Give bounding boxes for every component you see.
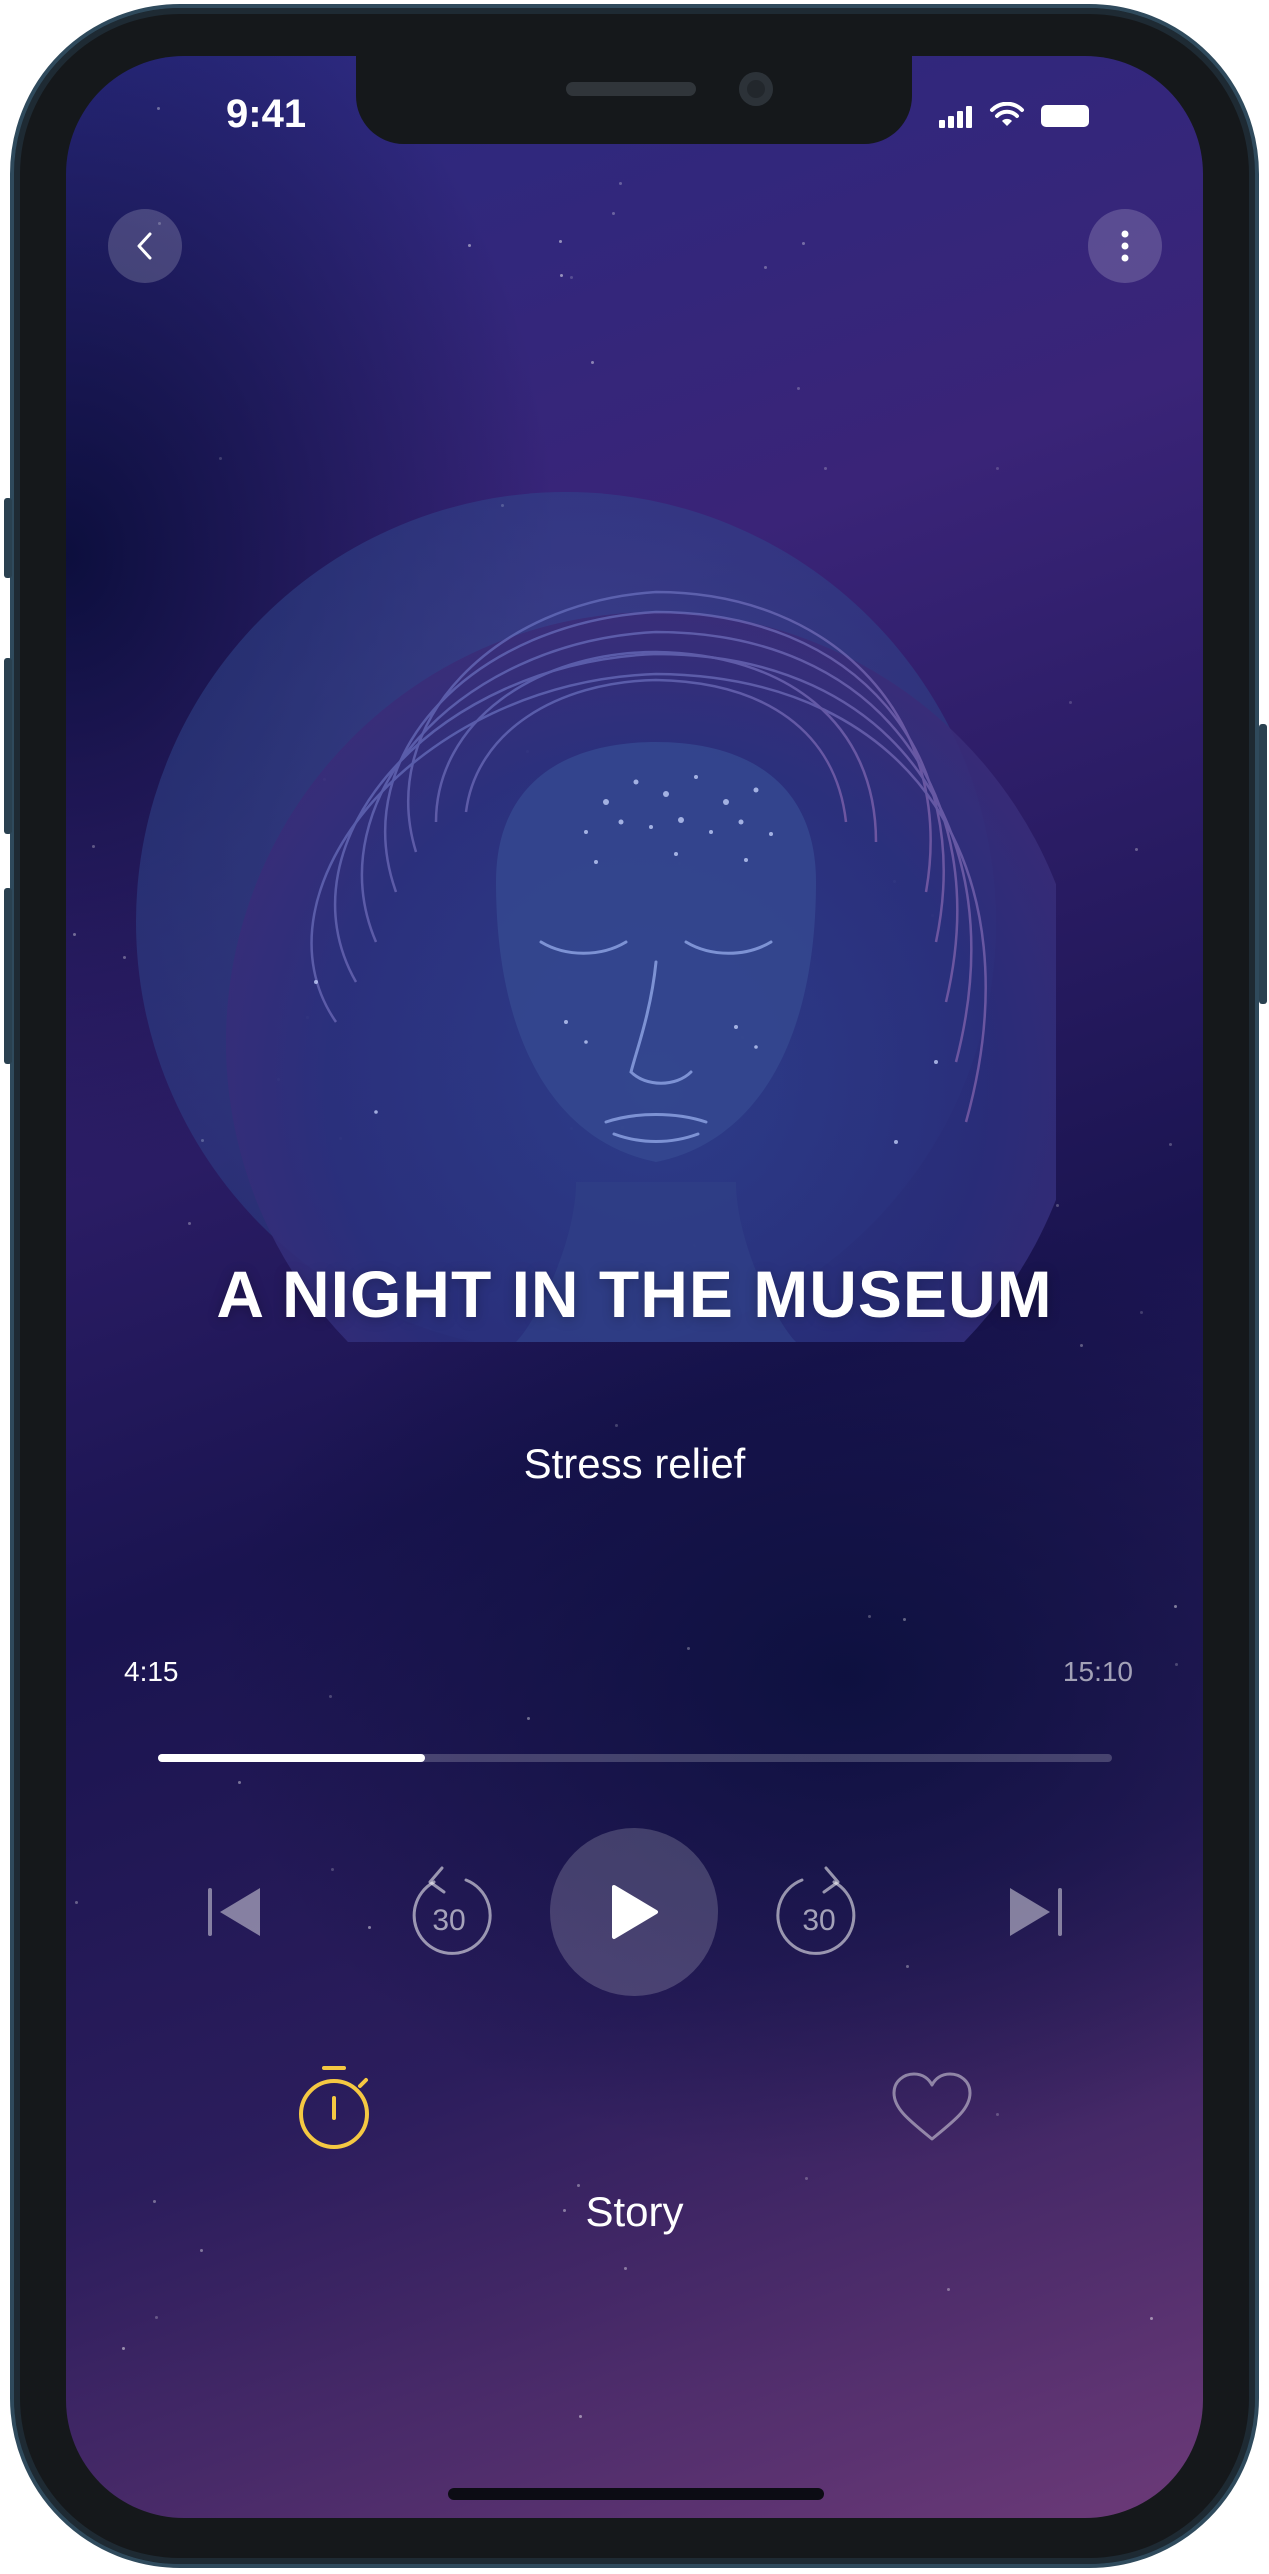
wifi-icon: [990, 102, 1024, 126]
star-dot: [868, 1615, 871, 1618]
star-dot: [329, 1695, 332, 1698]
progress-fill: [158, 1754, 426, 1762]
star-dot: [1080, 1344, 1083, 1347]
play-icon: [612, 1885, 658, 1939]
star-dot: [802, 242, 805, 245]
notch: [356, 56, 912, 144]
star-dot: [527, 1717, 530, 1720]
star-dot: [1175, 1663, 1178, 1666]
star-dot: [368, 1926, 371, 1929]
star-dot: [468, 244, 471, 247]
next-track-button[interactable]: [994, 1878, 1074, 1946]
front-camera: [739, 72, 773, 106]
star-dot: [331, 1868, 334, 1871]
star-dot: [122, 2347, 125, 2350]
star-dot: [996, 2113, 999, 2116]
star-dot: [1069, 701, 1072, 704]
heart-icon: [892, 2072, 972, 2141]
star-dot: [570, 276, 573, 279]
star-dot: [1169, 1143, 1172, 1146]
star-dot: [157, 107, 160, 110]
star-dot: [1174, 1605, 1177, 1608]
volume-down-button: [4, 888, 12, 1064]
star-dot: [947, 2288, 950, 2291]
forward-label: 30: [802, 1904, 836, 1937]
signal-icon: [939, 106, 972, 128]
star-dot: [92, 845, 95, 848]
star-dot: [73, 933, 76, 936]
star-dot: [577, 2184, 580, 2187]
star-dot: [238, 1781, 241, 1784]
back-button[interactable]: [108, 209, 182, 283]
star-dot: [906, 1965, 909, 1968]
power-button: [1259, 724, 1267, 1004]
star-dot: [1150, 2317, 1153, 2320]
stopwatch-icon: [299, 2066, 369, 2149]
track-category: Story: [585, 2188, 684, 2235]
skip-next-icon: [1010, 1888, 1062, 1936]
total-duration: 15:10: [1062, 1656, 1133, 1687]
track-title: A NIGHT IN THE MUSEUM: [216, 1257, 1053, 1331]
star-dot: [559, 240, 562, 243]
status-time: 9:41: [226, 92, 307, 136]
star-dot: [579, 2415, 582, 2418]
star-dot: [560, 274, 563, 277]
star-dot: [75, 1901, 78, 1904]
favorite-button[interactable]: [886, 2066, 978, 2150]
star-dot: [624, 2267, 627, 2270]
star-dot: [123, 956, 126, 959]
home-indicator[interactable]: [448, 2488, 824, 2500]
previous-track-button[interactable]: [196, 1878, 276, 1946]
more-vertical-icon: [1121, 230, 1129, 262]
star-dot: [805, 2177, 808, 2180]
star-dot: [615, 1424, 618, 1427]
star-dot: [764, 266, 767, 269]
sleep-timer-button[interactable]: [292, 2060, 376, 2156]
star-dot: [903, 1618, 906, 1621]
star-dot: [591, 361, 594, 364]
elapsed-time: 4:15: [124, 1656, 179, 1687]
play-button[interactable]: [550, 1828, 718, 1996]
more-options-button[interactable]: [1088, 209, 1162, 283]
star-dot: [200, 2249, 203, 2252]
star-dot: [1135, 848, 1138, 851]
star-dot: [797, 387, 800, 390]
player-screen: 9:41 A NIGHT IN THE MUSEUM Stress relief…: [66, 56, 1203, 2518]
skip-previous-icon: [208, 1888, 260, 1936]
star-dot: [687, 1647, 690, 1650]
rewind-30-button[interactable]: 30: [404, 1860, 494, 1964]
meditating-face-artwork: [136, 492, 1056, 1342]
speaker-grille: [566, 82, 696, 96]
status-icons: [939, 102, 1093, 128]
star-dot: [619, 182, 622, 185]
progress-slider[interactable]: [158, 1754, 1112, 1762]
star-dot: [1056, 1204, 1059, 1207]
track-subtitle: Stress relief: [523, 1440, 746, 1487]
battery-icon: [1041, 105, 1089, 127]
star-dot: [155, 2316, 158, 2319]
forward-30-button[interactable]: 30: [774, 1860, 864, 1964]
chevron-left-icon: [137, 232, 152, 260]
rewind-label: 30: [432, 1904, 466, 1937]
volume-up-button: [4, 658, 12, 834]
star-dot: [612, 212, 615, 215]
action-button: [4, 498, 12, 578]
